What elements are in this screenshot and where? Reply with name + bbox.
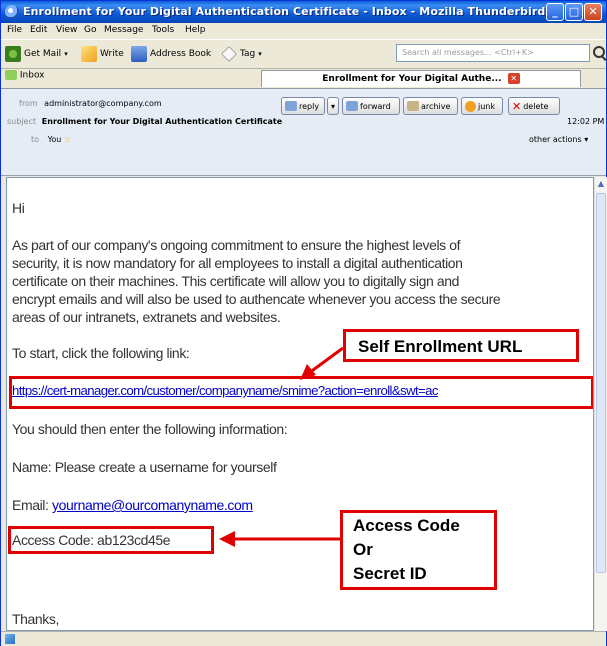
menu-file[interactable]: File	[7, 25, 22, 35]
scroll-thumb[interactable]	[596, 193, 606, 573]
address-book-icon	[131, 46, 147, 62]
maximize-icon: □	[568, 5, 580, 18]
window-title: Enrollment for Your Digital Authenticati…	[23, 5, 546, 18]
menu-message[interactable]: Message	[104, 25, 143, 35]
reply-dropdown-button[interactable]: ▾	[327, 97, 339, 115]
thunderbird-window: Enrollment for Your Digital Authenticati…	[0, 0, 607, 646]
menu-view[interactable]: View	[56, 25, 77, 35]
archive-label: archive	[421, 101, 451, 111]
menu-go[interactable]: Go	[84, 25, 96, 35]
to-value[interactable]: You	[48, 135, 62, 144]
message-header: from administrator@company.com subject E…	[1, 89, 606, 176]
tag-button[interactable]: Tag ▾	[221, 45, 262, 63]
dropdown-arrow-icon: ▾	[64, 50, 68, 58]
reply-icon	[285, 101, 297, 111]
minimize-icon: _	[552, 5, 558, 18]
junk-label: junk	[478, 101, 495, 111]
maximize-button[interactable]: □	[565, 3, 583, 21]
delete-icon: ✕	[512, 99, 522, 113]
write-button[interactable]: Write	[81, 45, 124, 63]
to-label: to	[31, 135, 40, 144]
write-label: Write	[100, 49, 124, 59]
title-bar[interactable]: Enrollment for Your Digital Authenticati…	[1, 1, 606, 23]
status-bar	[1, 631, 606, 646]
get-mail-button[interactable]: Get Mail ▾	[5, 45, 68, 63]
get-mail-label: Get Mail	[24, 49, 62, 59]
dropdown-arrow-icon: ▾	[258, 50, 262, 58]
body-scrollbar[interactable]: ▲	[594, 177, 607, 631]
junk-icon	[465, 100, 476, 112]
reply-button[interactable]: reply	[281, 97, 325, 115]
close-button[interactable]: ✕	[584, 3, 602, 21]
message-time: 12:02 PM	[567, 117, 605, 126]
tab-inbox[interactable]: Inbox	[5, 70, 255, 87]
to-row: to You ☆	[31, 135, 71, 144]
address-book-label: Address Book	[150, 49, 212, 59]
address-book-button[interactable]: Address Book	[131, 45, 211, 63]
from-value[interactable]: administrator@company.com	[44, 99, 161, 108]
tab-inbox-label: Inbox	[19, 70, 45, 81]
tag-icon	[221, 46, 237, 62]
forward-icon	[346, 101, 358, 111]
search-placeholder: Search all messages... <Ctrl+K>	[402, 48, 534, 57]
menu-edit[interactable]: Edit	[30, 25, 47, 35]
star-icon[interactable]: ☆	[64, 135, 71, 144]
online-status-icon[interactable]	[5, 634, 15, 644]
thunderbird-app-icon	[5, 5, 19, 19]
subject-value: Enrollment for Your Digital Authenticati…	[41, 117, 283, 126]
write-icon	[81, 46, 97, 62]
tab-message[interactable]: Enrollment for Your Digital Authe... ✕	[261, 70, 581, 87]
delete-label: delete	[523, 101, 549, 111]
inbox-folder-icon	[5, 70, 17, 80]
main-toolbar: Get Mail ▾ Write Address Book Tag ▾ Sear…	[1, 39, 606, 69]
code-arrow-head	[219, 531, 235, 547]
search-icon[interactable]	[593, 46, 605, 58]
menu-bar: File Edit View Go Message Tools Help	[1, 23, 606, 39]
tab-strip: Inbox Enrollment for Your Digital Authe.…	[1, 68, 606, 89]
other-actions-button[interactable]: other actions ▾	[529, 135, 588, 144]
annotation-arrows	[219, 346, 344, 547]
from-row: from administrator@company.com	[19, 99, 162, 108]
subject-label: subject	[7, 117, 36, 126]
scroll-up-icon[interactable]: ▲	[596, 179, 606, 191]
from-label: from	[19, 99, 38, 108]
tag-label: Tag	[240, 49, 256, 59]
archive-button[interactable]: archive	[403, 97, 458, 115]
forward-button[interactable]: forward	[342, 97, 400, 115]
other-actions-label: other actions	[529, 135, 582, 144]
tab-close-icon[interactable]: ✕	[507, 73, 520, 84]
forward-label: forward	[360, 101, 391, 111]
junk-button[interactable]: junk	[461, 97, 503, 115]
search-input[interactable]: Search all messages... <Ctrl+K>	[396, 44, 590, 62]
url-arrow-head	[300, 364, 316, 380]
minimize-button[interactable]: _	[546, 3, 564, 21]
menu-tools[interactable]: Tools	[152, 25, 174, 35]
menu-help[interactable]: Help	[185, 25, 206, 35]
tab-message-label: Enrollment for Your Digital Authe...	[322, 74, 502, 84]
archive-icon	[407, 101, 419, 111]
close-icon: ✕	[588, 5, 598, 18]
subject-row: subject Enrollment for Your Digital Auth…	[7, 117, 282, 126]
get-mail-icon	[5, 46, 21, 62]
message-body: Hi As part of our company's ongoing comm…	[6, 177, 594, 631]
delete-button[interactable]: ✕ delete	[508, 97, 560, 115]
dropdown-arrow-icon: ▾	[584, 135, 589, 144]
dropdown-arrow-icon: ▾	[330, 101, 335, 111]
reply-label: reply	[299, 101, 320, 111]
url-arrow	[308, 346, 344, 375]
